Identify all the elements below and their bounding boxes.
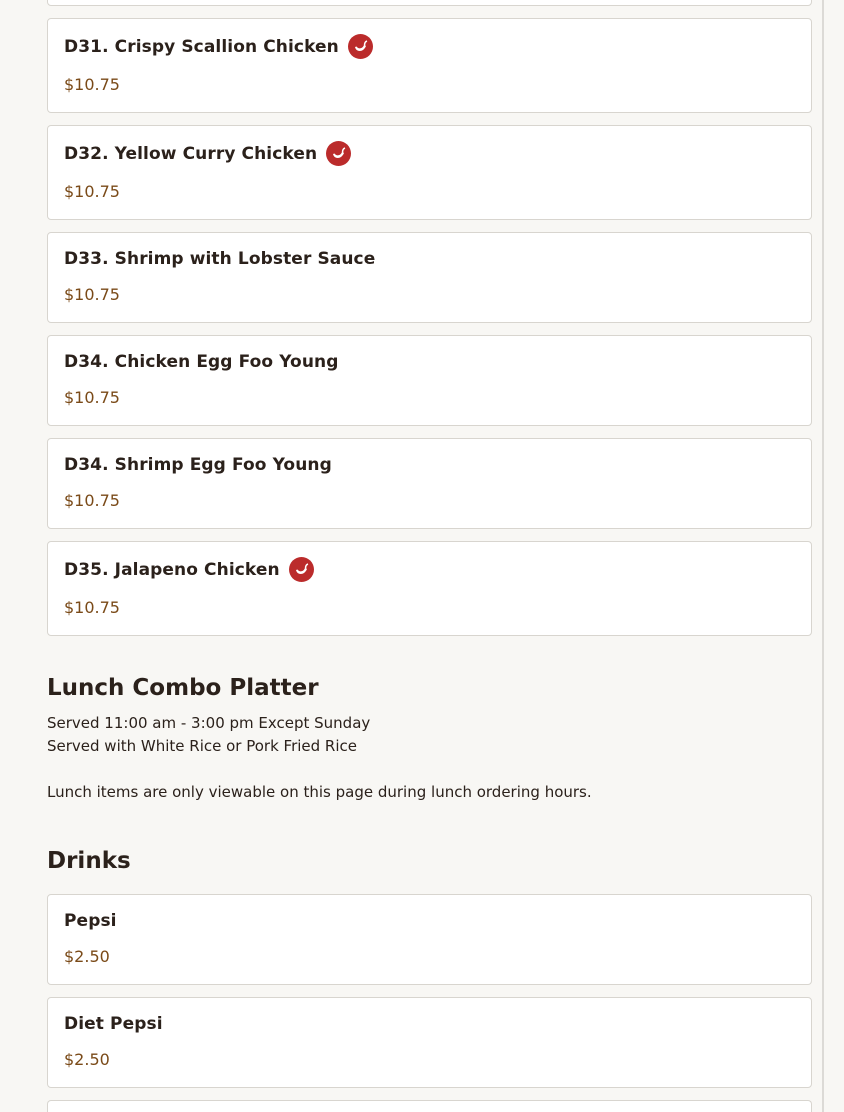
menu-item-card[interactable] xyxy=(47,0,812,6)
chili-pepper-icon xyxy=(326,141,352,166)
menu-item-name: D32. Yellow Curry Chicken xyxy=(64,143,318,164)
chili-pepper-icon xyxy=(347,34,373,59)
menu-item-price: $2.50 xyxy=(64,947,110,966)
menu-item-name: Diet Pepsi xyxy=(64,1014,163,1034)
menu-item-price: $2.50 xyxy=(64,1050,110,1069)
menu-item-card[interactable]: D33. Shrimp with Lobster Sauce $10.75 xyxy=(47,232,812,323)
menu-item-price: $10.75 xyxy=(64,598,120,617)
menu-item-title: D31. Crispy Scallion Chicken xyxy=(64,34,373,59)
menu-item-card[interactable]: D32. Yellow Curry Chicken $10.75 xyxy=(47,125,812,220)
menu-item-price: $10.75 xyxy=(64,285,120,304)
menu-item-price: $10.75 xyxy=(64,182,120,201)
menu-item-card[interactable]: D34. Chicken Egg Foo Young $10.75 xyxy=(47,335,812,426)
chili-pepper-icon xyxy=(288,557,314,582)
menu-item-price: $10.75 xyxy=(64,75,120,94)
menu-item-card[interactable]: D34. Shrimp Egg Foo Young $10.75 xyxy=(47,438,812,529)
menu-item-price: $10.75 xyxy=(64,491,120,510)
menu-item-title: D33. Shrimp with Lobster Sauce xyxy=(64,249,375,269)
menu-item-title: D34. Shrimp Egg Foo Young xyxy=(64,455,332,475)
menu-item-name: Pepsi xyxy=(64,911,117,931)
menu-item-name: D35. Jalapeno Chicken xyxy=(64,559,280,580)
menu-item-card[interactable] xyxy=(47,1100,812,1112)
menu-item-name: D34. Shrimp Egg Foo Young xyxy=(64,455,332,475)
menu-item-name: D34. Chicken Egg Foo Young xyxy=(64,352,339,372)
scrollbar-track[interactable] xyxy=(822,0,824,1112)
menu-item-title: D34. Chicken Egg Foo Young xyxy=(64,352,339,372)
menu-item-price: $10.75 xyxy=(64,388,120,407)
menu-item-title: Pepsi xyxy=(64,911,117,931)
menu-item-card[interactable]: Diet Pepsi $2.50 xyxy=(47,997,812,1088)
lunch-rice-note: Served with White Rice or Pork Fried Ric… xyxy=(47,737,357,755)
menu-item-title: D32. Yellow Curry Chicken xyxy=(64,141,352,166)
section-title-lunch: Lunch Combo Platter xyxy=(47,675,319,701)
menu-item-card[interactable]: D35. Jalapeno Chicken $10.75 xyxy=(47,541,812,636)
menu-item-card[interactable]: Pepsi $2.50 xyxy=(47,894,812,985)
menu-item-name: D31. Crispy Scallion Chicken xyxy=(64,36,339,57)
lunch-availability-notice: Lunch items are only viewable on this pa… xyxy=(47,783,592,801)
menu-item-title: Diet Pepsi xyxy=(64,1014,163,1034)
menu-item-title: D35. Jalapeno Chicken xyxy=(64,557,314,582)
menu-item-name: D33. Shrimp with Lobster Sauce xyxy=(64,249,376,269)
menu-item-card[interactable]: D31. Crispy Scallion Chicken $10.75 xyxy=(47,18,812,113)
lunch-hours: Served 11:00 am - 3:00 pm Except Sunday xyxy=(47,714,371,732)
section-title-drinks: Drinks xyxy=(47,848,131,874)
